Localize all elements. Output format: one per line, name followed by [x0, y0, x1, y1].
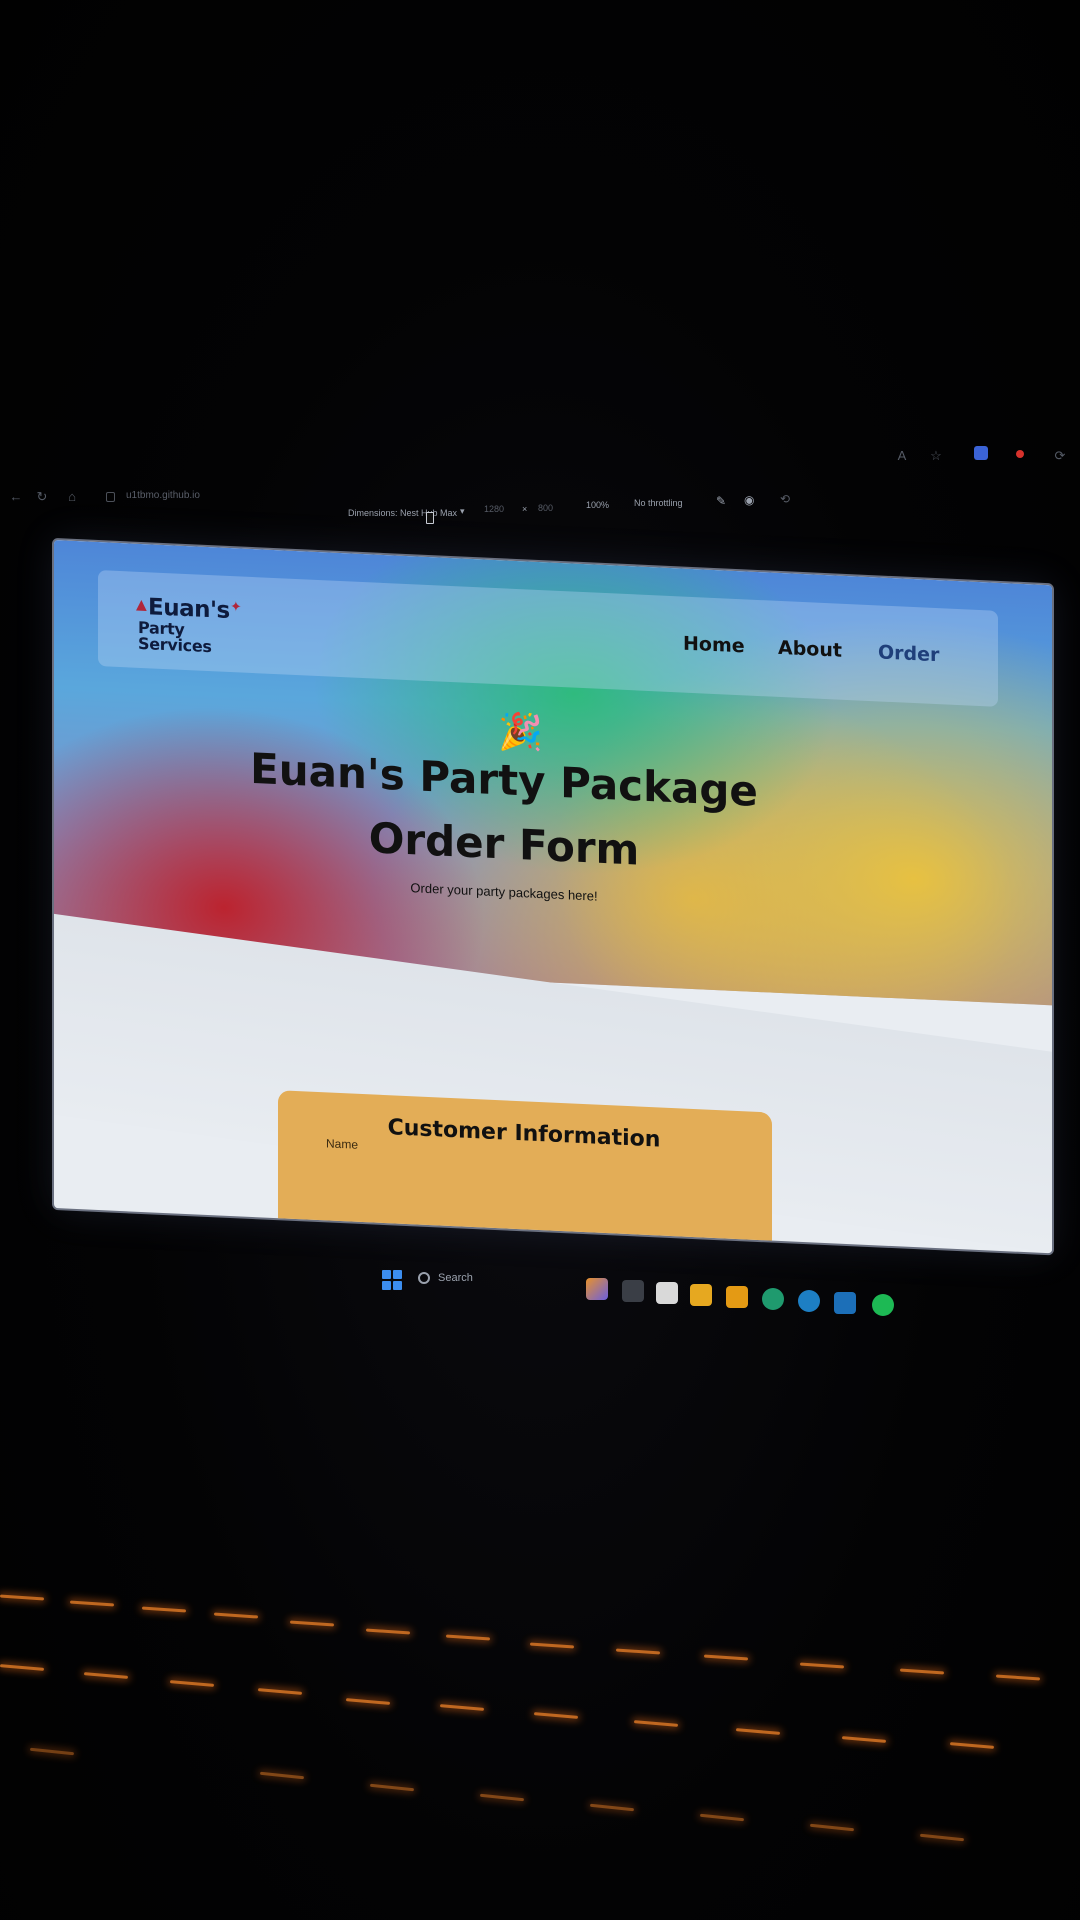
eyedropper-icon[interactable]: ✎ — [716, 494, 726, 508]
key-glow — [533, 1712, 579, 1719]
terminal-icon[interactable] — [622, 1280, 644, 1302]
nav-home[interactable]: Home — [683, 633, 745, 658]
key-glow — [257, 1688, 303, 1695]
zoom-select[interactable]: 100% — [586, 500, 609, 510]
website-viewport: ▲ Euan's ✦ Party Services Home About Ord… — [54, 540, 1052, 1254]
times-sign: × — [522, 504, 528, 514]
key-glow — [83, 1672, 129, 1679]
search-label: Search — [438, 1272, 473, 1284]
logo-line2: Party Services — [138, 617, 212, 657]
copilot-icon[interactable]: ⟳ — [1052, 448, 1068, 464]
key-glow — [589, 1803, 635, 1812]
key-glow — [29, 1747, 75, 1756]
key-glow — [69, 1600, 115, 1607]
throttling-select[interactable]: No throttling — [634, 498, 683, 508]
favorite-icon[interactable]: ☆ — [928, 448, 944, 464]
nav-order[interactable]: Order — [878, 641, 939, 666]
laptop-keyboard — [0, 1560, 1080, 1920]
nav-about[interactable]: About — [778, 637, 842, 662]
key-glow — [213, 1612, 259, 1619]
key-glow — [169, 1680, 215, 1687]
spotify-icon[interactable] — [872, 1294, 894, 1316]
back-icon[interactable]: ← — [8, 489, 24, 505]
copilot-app-icon[interactable] — [586, 1278, 608, 1300]
key-glow — [141, 1606, 187, 1613]
key-glow — [0, 1594, 45, 1601]
taskbar-search[interactable]: Search — [418, 1272, 473, 1285]
confetti-icon: ✦ — [230, 598, 242, 616]
lock-icon — [106, 492, 115, 502]
vscode-icon[interactable] — [834, 1292, 856, 1314]
height-input[interactable]: 800 — [538, 503, 553, 513]
key-glow — [369, 1783, 415, 1792]
home-icon[interactable]: ⌂ — [64, 489, 80, 505]
search-icon — [418, 1272, 430, 1285]
key-glow — [479, 1793, 525, 1802]
key-glow — [949, 1742, 995, 1749]
record-icon[interactable] — [1016, 450, 1024, 458]
key-glow — [841, 1736, 887, 1743]
address-bar[interactable]: u1tbmo.github.io — [126, 490, 200, 501]
key-glow — [919, 1833, 965, 1842]
key-glow — [735, 1728, 781, 1735]
key-glow — [529, 1642, 575, 1649]
extension-icon[interactable] — [974, 446, 988, 460]
windows-taskbar: Search — [0, 1254, 1080, 1316]
key-glow — [699, 1813, 745, 1822]
key-glow — [995, 1674, 1041, 1681]
rotate-icon[interactable]: ⟲ — [780, 492, 790, 506]
store-icon[interactable] — [656, 1282, 678, 1304]
key-glow — [799, 1662, 845, 1669]
refresh-icon[interactable]: ↻ — [34, 489, 50, 505]
name-field-label: Name — [326, 1136, 359, 1152]
read-aloud-icon[interactable]: A — [894, 448, 910, 464]
device-dimensions-select[interactable]: Dimensions: Nest Hub Max — [348, 508, 457, 518]
chevron-down-icon: ▾ — [460, 506, 465, 516]
edge-dev-icon[interactable] — [798, 1290, 820, 1312]
key-glow — [345, 1698, 391, 1705]
folder-icon[interactable] — [690, 1284, 712, 1306]
key-glow — [445, 1634, 491, 1641]
key-glow — [703, 1654, 749, 1661]
key-glow — [289, 1620, 335, 1627]
key-glow — [615, 1648, 661, 1655]
page-title: Euan's Party Package Order Form — [234, 736, 774, 889]
key-glow — [633, 1720, 679, 1727]
party-hat-icon: ▲ — [136, 596, 147, 614]
title-line2: Order Form — [368, 813, 640, 875]
mouse-cursor — [426, 512, 434, 524]
site-logo[interactable]: ▲ Euan's ✦ Party Services — [136, 594, 258, 656]
key-glow — [899, 1668, 945, 1675]
key-glow — [365, 1628, 411, 1635]
windows-start-icon[interactable] — [382, 1270, 402, 1290]
key-glow — [809, 1823, 855, 1832]
key-glow — [259, 1771, 305, 1780]
vision-icon[interactable]: ◉ — [744, 493, 754, 507]
key-glow — [439, 1704, 485, 1711]
edge-icon[interactable] — [762, 1288, 784, 1310]
width-input[interactable]: 1280 — [484, 504, 504, 514]
folder-icon-2[interactable] — [726, 1286, 748, 1308]
key-glow — [0, 1664, 45, 1671]
